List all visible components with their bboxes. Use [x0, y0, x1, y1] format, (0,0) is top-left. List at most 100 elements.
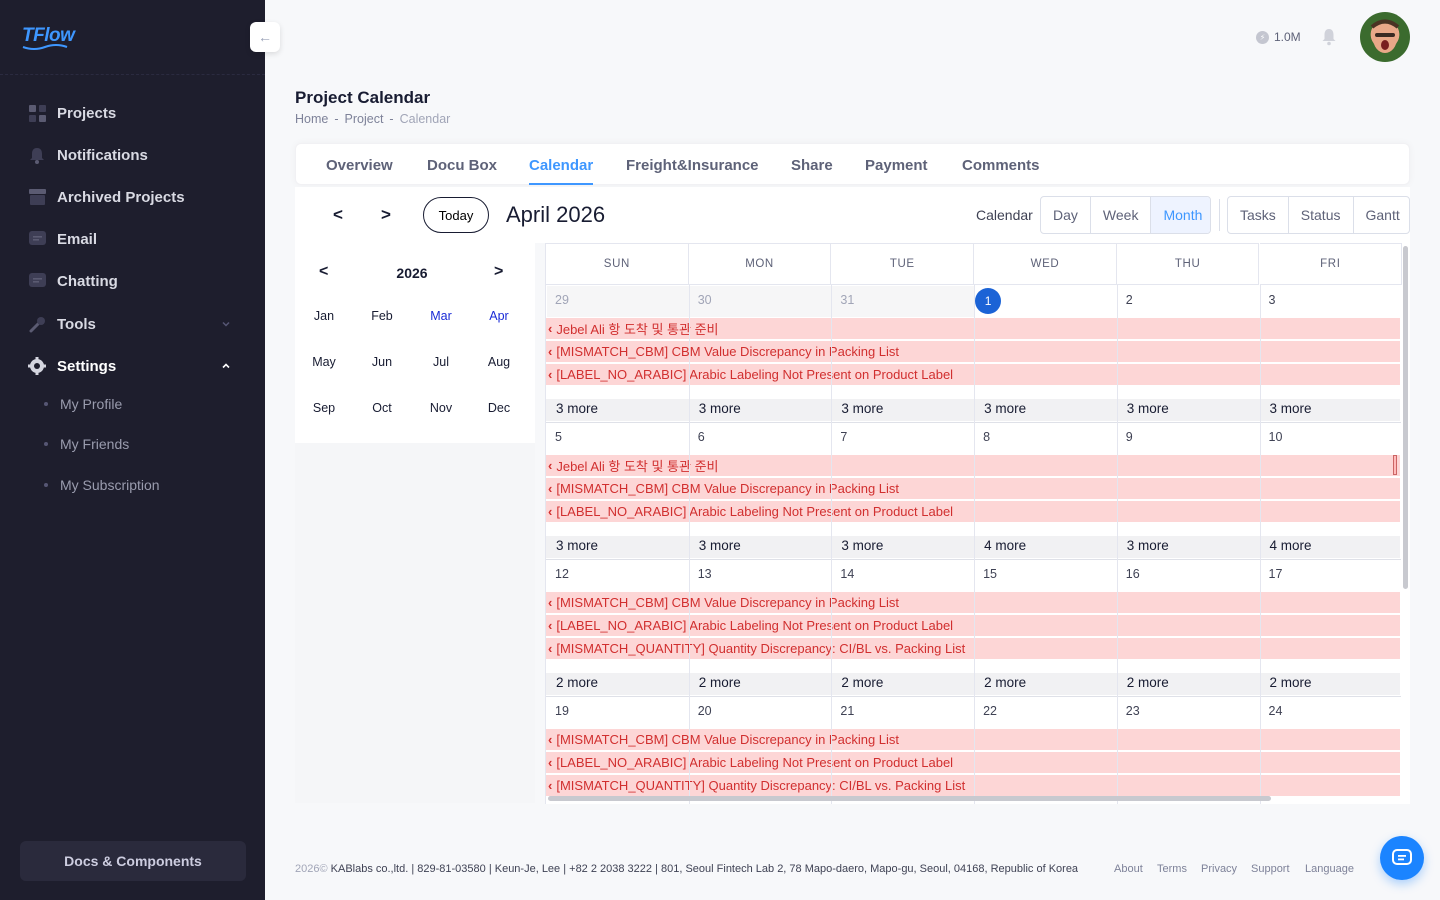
calendar-event[interactable]: ‹ Jebel Ali 항 도착 및 통관 준비: [546, 455, 1400, 476]
tab-overview[interactable]: Overview: [326, 157, 393, 185]
more-events-link[interactable]: 2 more: [699, 675, 741, 690]
day-number[interactable]: 9: [1126, 430, 1133, 444]
mode-status-button[interactable]: Status: [1289, 197, 1354, 233]
more-events-link[interactable]: 3 more: [699, 401, 741, 416]
sidebar-item-tools[interactable]: Tools: [28, 312, 238, 336]
more-events-link[interactable]: 3 more: [556, 538, 598, 553]
chat-fab-button[interactable]: [1380, 836, 1424, 880]
footer-link-language[interactable]: Language: [1305, 863, 1354, 875]
calendar-event[interactable]: ‹ [LABEL_NO_ARABIC] Arabic Labeling Not P…: [546, 501, 1400, 522]
view-week-button[interactable]: Week: [1091, 197, 1152, 233]
tab-share[interactable]: Share: [791, 157, 833, 185]
more-events-link[interactable]: 3 more: [841, 401, 883, 416]
more-events-link[interactable]: 3 more: [1270, 401, 1312, 416]
more-events-link[interactable]: 2 more: [984, 675, 1026, 690]
day-number[interactable]: 31: [840, 293, 854, 307]
more-events-link[interactable]: 3 more: [984, 401, 1026, 416]
sidebar-subitem-my-friends[interactable]: My Friends: [44, 436, 129, 452]
calendar-event[interactable]: ‹ Jebel Ali 항 도착 및 통관 준비: [546, 318, 1400, 339]
mini-month-jul[interactable]: Jul: [412, 355, 470, 369]
day-number[interactable]: 6: [698, 430, 705, 444]
footer-link-terms[interactable]: Terms: [1157, 863, 1187, 875]
sidebar-subitem-my-subscription[interactable]: My Subscription: [44, 477, 160, 493]
day-number[interactable]: 30: [698, 293, 712, 307]
more-events-link[interactable]: 3 more: [556, 401, 598, 416]
credits-indicator[interactable]: ⚡ 1.0M: [1256, 30, 1301, 44]
prev-month-button[interactable]: <: [333, 205, 343, 225]
day-number[interactable]: 22: [983, 704, 997, 718]
notification-bell-icon[interactable]: [1321, 28, 1337, 46]
more-events-link[interactable]: 2 more: [1127, 675, 1169, 690]
day-number[interactable]: 7: [840, 430, 847, 444]
day-number[interactable]: 2: [1126, 293, 1133, 307]
calendar-event[interactable]: ‹ [MISMATCH_QUANTITY] Quantity Discrepanc…: [546, 775, 1400, 796]
calendar-event[interactable]: ‹ [MISMATCH_CBM] CBM Value Discrepancy in…: [546, 729, 1400, 750]
sidebar-item-archived-projects[interactable]: Archived Projects: [28, 185, 185, 209]
day-number[interactable]: 14: [840, 567, 854, 581]
mini-month-apr[interactable]: Apr: [470, 309, 528, 323]
more-events-link[interactable]: 4 more: [984, 538, 1026, 553]
more-events-link[interactable]: 3 more: [841, 538, 883, 553]
day-number[interactable]: 5: [555, 430, 562, 444]
breadcrumb-home[interactable]: Home: [295, 112, 328, 126]
sidebar-item-chatting[interactable]: Chatting: [28, 269, 118, 293]
sidebar-item-projects[interactable]: Projects: [28, 101, 116, 125]
mini-month-jan[interactable]: Jan: [295, 309, 353, 323]
calendar-event[interactable]: ‹ [MISMATCH_CBM] CBM Value Discrepancy in…: [546, 592, 1400, 613]
view-month-button[interactable]: Month: [1151, 197, 1210, 233]
mini-month-feb[interactable]: Feb: [353, 309, 411, 323]
mini-month-mar[interactable]: Mar: [412, 309, 470, 323]
footer-link-privacy[interactable]: Privacy: [1201, 863, 1237, 875]
day-number[interactable]: 17: [1269, 567, 1283, 581]
today-button[interactable]: Today: [423, 197, 489, 233]
mini-month-jun[interactable]: Jun: [353, 355, 411, 369]
today-date-badge[interactable]: 1: [975, 288, 1002, 314]
chevron-down-icon[interactable]: [220, 318, 232, 330]
day-number[interactable]: 16: [1126, 567, 1140, 581]
more-events-link[interactable]: 3 more: [1127, 401, 1169, 416]
breadcrumb-project[interactable]: Project: [345, 112, 384, 126]
more-events-link[interactable]: 2 more: [1270, 675, 1312, 690]
day-number[interactable]: 15: [983, 567, 997, 581]
tab-freight-insurance[interactable]: Freight&Insurance: [626, 157, 759, 185]
day-number[interactable]: 21: [840, 704, 854, 718]
vertical-scrollbar[interactable]: [1403, 246, 1408, 589]
mode-gantt-button[interactable]: Gantt: [1354, 197, 1410, 233]
more-events-link[interactable]: 4 more: [1270, 538, 1312, 553]
mini-month-dec[interactable]: Dec: [470, 401, 528, 415]
day-number[interactable]: 19: [555, 704, 569, 718]
calendar-event[interactable]: ‹ [MISMATCH_CBM] CBM Value Discrepancy in…: [546, 478, 1400, 499]
mini-month-sep[interactable]: Sep: [295, 401, 353, 415]
mini-next-year-button[interactable]: >: [494, 263, 503, 281]
footer-link-about[interactable]: About: [1114, 863, 1143, 875]
day-number[interactable]: 10: [1269, 430, 1283, 444]
calendar-event[interactable]: ‹ [MISMATCH_CBM] CBM Value Discrepancy in…: [546, 341, 1400, 362]
more-events-link[interactable]: 3 more: [699, 538, 741, 553]
tab-comments[interactable]: Comments: [962, 157, 1040, 185]
calendar-event[interactable]: ‹ [LABEL_NO_ARABIC] Arabic Labeling Not P…: [546, 752, 1400, 773]
calendar-event[interactable]: ‹ [LABEL_NO_ARABIC] Arabic Labeling Not P…: [546, 615, 1400, 636]
day-number[interactable]: 29: [555, 293, 569, 307]
mini-month-oct[interactable]: Oct: [353, 401, 411, 415]
tab-payment[interactable]: Payment: [865, 157, 928, 185]
day-number[interactable]: 23: [1126, 704, 1140, 718]
calendar-event[interactable]: ‹ [LABEL_NO_ARABIC] Arabic Labeling Not P…: [546, 364, 1400, 385]
footer-link-support[interactable]: Support: [1251, 863, 1290, 875]
more-events-link[interactable]: 3 more: [1127, 538, 1169, 553]
more-events-link[interactable]: 2 more: [556, 675, 598, 690]
user-avatar[interactable]: [1360, 12, 1410, 62]
calendar-event[interactable]: ‹ [MISMATCH_QUANTITY] Quantity Discrepanc…: [546, 638, 1400, 659]
sidebar-item-settings[interactable]: Settings: [28, 354, 238, 378]
sidebar-collapse-button[interactable]: ←: [250, 22, 280, 52]
mini-month-may[interactable]: May: [295, 355, 353, 369]
more-events-link[interactable]: 2 more: [841, 675, 883, 690]
mini-month-aug[interactable]: Aug: [470, 355, 528, 369]
tab-docu-box[interactable]: Docu Box: [427, 157, 497, 185]
day-number[interactable]: 8: [983, 430, 990, 444]
event-resize-handle[interactable]: [1393, 455, 1397, 475]
mode-tasks-button[interactable]: Tasks: [1228, 197, 1289, 233]
day-number[interactable]: 12: [555, 567, 569, 581]
day-number[interactable]: 13: [698, 567, 712, 581]
view-day-button[interactable]: Day: [1041, 197, 1091, 233]
mini-month-nov[interactable]: Nov: [412, 401, 470, 415]
